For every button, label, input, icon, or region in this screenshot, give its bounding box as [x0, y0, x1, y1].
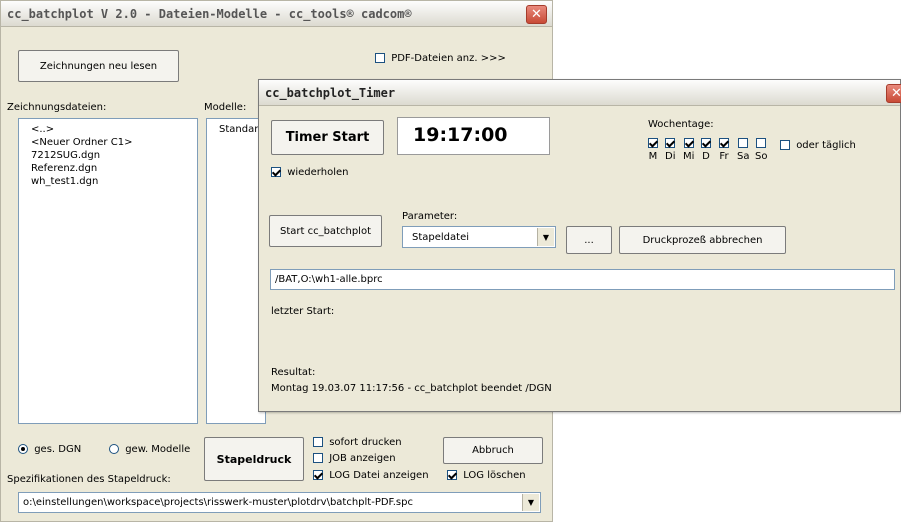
file-list-item[interactable]: <..>	[31, 123, 197, 136]
spec-dropdown[interactable]: o:\einstellungen\workspace\projects\riss…	[18, 492, 541, 513]
weekday-d[interactable]: D	[701, 138, 711, 162]
repeat-checkbox[interactable]	[271, 167, 281, 177]
pdf-checkbox-label: PDF-Dateien anz. >>>	[391, 53, 506, 64]
weekdays-label: Wochentage:	[648, 119, 714, 130]
timer-title-bar: cc_batchplot_Timer	[259, 80, 900, 106]
browse-button[interactable]: ...	[566, 226, 612, 254]
parameter-label: Parameter:	[402, 211, 458, 222]
abort-print-button[interactable]: Druckprozeß abbrechen	[619, 226, 786, 254]
timer-close-icon[interactable]: ✕	[886, 84, 901, 103]
radio-selected-models-label: gew. Modelle	[125, 444, 191, 455]
weekday-checkbox[interactable]	[719, 138, 729, 148]
command-value: /BAT,O:\wh1-alle.bprc	[275, 274, 383, 285]
print-now-checkbox[interactable]	[313, 437, 323, 447]
repeat-label: wiederholen	[287, 167, 349, 178]
pdf-checkbox-row[interactable]: PDF-Dateien anz. >>>	[375, 53, 506, 64]
show-job-label: JOB anzeigen	[329, 453, 396, 464]
weekday-label: Sa	[737, 151, 750, 162]
radio-selected-models-button[interactable]	[109, 444, 119, 454]
timer-window-title: cc_batchplot_Timer	[265, 86, 396, 100]
weekday-m[interactable]: M	[648, 138, 658, 162]
weekdays-group: M Di Mi D Fr Sa So	[648, 138, 788, 168]
file-list-item[interactable]: 7212SUG.dgn	[31, 149, 197, 162]
spec-dropdown-value: o:\einstellungen\workspace\projects\riss…	[23, 497, 413, 508]
result-label: Resultat:	[271, 367, 316, 378]
command-field[interactable]: /BAT,O:\wh1-alle.bprc	[270, 269, 895, 290]
files-listbox[interactable]: <..> <Neuer Ordner C1> 7212SUG.dgn Referenz…	[18, 118, 198, 424]
result-value: Montag 19.03.07 11:17:56 - cc_batchplot …	[271, 383, 552, 394]
weekday-label: Fr	[719, 151, 729, 162]
delete-log-row[interactable]: LOG löschen	[447, 470, 526, 481]
batch-print-button[interactable]: Stapeldruck	[204, 437, 304, 481]
show-log-row[interactable]: LOG Datei anzeigen	[313, 470, 429, 481]
print-now-row[interactable]: sofort drucken	[313, 437, 402, 448]
weekday-sa[interactable]: Sa	[737, 138, 749, 162]
daily-label: oder täglich	[796, 140, 856, 151]
delete-log-checkbox[interactable]	[447, 470, 457, 480]
weekday-fr[interactable]: Fr	[719, 138, 729, 162]
weekday-checkbox[interactable]	[701, 138, 711, 148]
weekday-checkbox[interactable]	[683, 138, 694, 148]
start-batchplot-button[interactable]: Start cc_batchplot	[269, 215, 382, 247]
weekday-di[interactable]: Di	[665, 138, 675, 162]
weekday-label: M	[648, 151, 658, 162]
pdf-checkbox[interactable]	[375, 53, 385, 63]
print-now-label: sofort drucken	[329, 437, 402, 448]
show-log-label: LOG Datei anzeigen	[329, 470, 429, 481]
radio-all-dgn[interactable]: ges. DGN	[18, 444, 81, 455]
file-list-item[interactable]: wh_test1.dgn	[31, 175, 197, 188]
main-title-bar: cc_batchplot V 2.0 - Dateien-Modelle - c…	[1, 1, 552, 27]
show-job-row[interactable]: JOB anzeigen	[313, 453, 396, 464]
file-list-item[interactable]: Referenz.dgn	[31, 162, 197, 175]
weekday-label: Di	[665, 151, 676, 162]
show-log-checkbox[interactable]	[313, 470, 323, 480]
chevron-down-icon[interactable]: ▼	[522, 494, 539, 511]
timer-window: cc_batchplot_Timer ✕ Timer Start 19:17:0…	[258, 79, 901, 412]
weekday-so[interactable]: So	[755, 138, 767, 162]
models-label: Modelle:	[204, 102, 247, 113]
daily-checkbox[interactable]	[780, 140, 790, 150]
files-label: Zeichnungsdateien:	[7, 102, 107, 113]
parameter-chevron-down-icon[interactable]: ▼	[537, 228, 554, 246]
weekday-checkbox[interactable]	[665, 138, 676, 148]
read-drawings-button[interactable]: Zeichnungen neu lesen	[18, 50, 179, 82]
main-window-title: cc_batchplot V 2.0 - Dateien-Modelle - c…	[7, 7, 412, 21]
repeat-row[interactable]: wiederholen	[271, 167, 348, 178]
radio-selected-models[interactable]: gew. Modelle	[109, 444, 190, 455]
show-job-checkbox[interactable]	[313, 453, 323, 463]
time-value: 19:17:00	[413, 124, 508, 146]
weekday-label: So	[755, 151, 768, 162]
daily-row[interactable]: oder täglich	[780, 140, 856, 151]
parameter-dropdown[interactable]: Stapeldatei ▼	[402, 226, 556, 248]
weekday-checkbox[interactable]	[738, 138, 749, 148]
weekday-label: D	[702, 151, 710, 162]
weekday-label: Mi	[683, 151, 695, 162]
delete-log-label: LOG löschen	[463, 470, 526, 481]
parameter-value: Stapeldatei	[412, 232, 470, 243]
spec-label: Spezifikationen des Stapeldruck:	[7, 474, 171, 485]
last-start-label: letzter Start:	[271, 306, 335, 317]
weekday-mi[interactable]: Mi	[683, 138, 694, 162]
timer-start-button[interactable]: Timer Start	[271, 120, 384, 155]
close-icon[interactable]: ✕	[526, 5, 547, 24]
radio-all-dgn-button[interactable]	[18, 444, 28, 454]
cancel-button[interactable]: Abbruch	[443, 437, 543, 464]
file-list-item[interactable]: <Neuer Ordner C1>	[31, 136, 197, 149]
radio-all-dgn-label: ges. DGN	[34, 444, 82, 455]
weekday-checkbox[interactable]	[756, 138, 767, 148]
weekday-checkbox[interactable]	[648, 138, 658, 148]
time-display: 19:17:00	[397, 117, 550, 155]
models-listbox[interactable]: Standar	[206, 118, 266, 424]
